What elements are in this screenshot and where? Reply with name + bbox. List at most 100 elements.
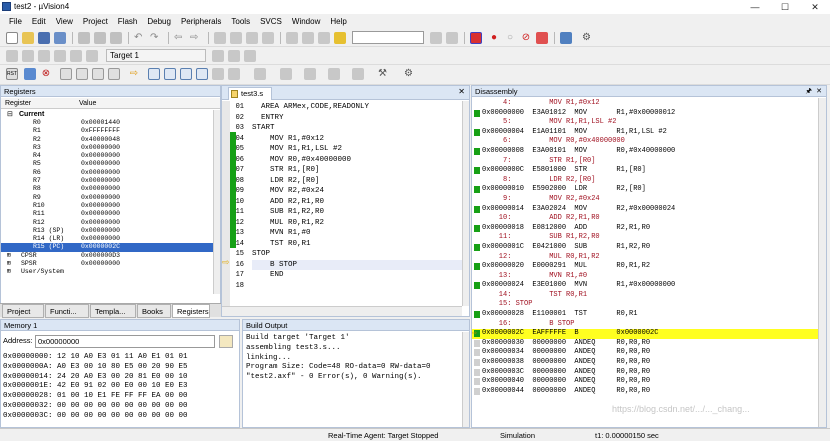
find-in-files-icon[interactable] [334, 32, 346, 44]
open-folder-icon[interactable] [22, 32, 34, 44]
tab-books[interactable]: Books [137, 304, 171, 318]
kill-all-icon[interactable] [536, 32, 548, 44]
editor-close-icon[interactable]: ✕ [458, 87, 465, 96]
window-layout-icon[interactable] [560, 32, 572, 44]
registers-window-icon[interactable] [196, 68, 208, 80]
disassembly-close-icon[interactable]: ✕ [816, 87, 822, 95]
disassembly-scrollbar[interactable] [818, 98, 826, 427]
comment-icon[interactable] [318, 32, 330, 44]
disassembly-window-icon[interactable] [164, 68, 176, 80]
register-row[interactable]: R6 0x00000000 [1, 169, 213, 177]
register-row[interactable]: R12 0x00000000 [1, 219, 213, 227]
register-row[interactable]: R1 0xFFFFFFFF [1, 127, 213, 135]
menu-item[interactable]: Help [325, 17, 351, 26]
toolbox-icon[interactable]: ⚒ [378, 68, 390, 80]
close-icon[interactable]: ✕ [800, 0, 830, 14]
menu-item[interactable]: View [51, 17, 78, 26]
disassembly-line[interactable]: 0x00000028 E1100001 TST R0,R1 [472, 310, 818, 320]
download-icon[interactable] [86, 50, 98, 62]
bookmark-next-icon[interactable] [246, 32, 258, 44]
register-row[interactable]: R15 (PC) 0x0000002C [1, 243, 213, 252]
tab-functi[interactable]: Functi... [45, 304, 89, 318]
register-row[interactable]: CPSR 0x000000D3 ⊞ [1, 252, 213, 260]
menu-item[interactable]: File [4, 17, 27, 26]
run-to-cursor-icon[interactable] [108, 68, 120, 80]
step-over-icon[interactable] [76, 68, 88, 80]
menu-item[interactable]: Project [78, 17, 113, 26]
disassembly-line[interactable]: 0x00000018 E0812000 ADD R2,R1,R0 [472, 224, 818, 234]
bookmark-prev-icon[interactable] [230, 32, 242, 44]
disassembly-line[interactable]: 0x00000044 00000000 ANDEQ R0,R0,R0 [472, 387, 818, 397]
disassembly-line[interactable]: 6: MOV R0,#0x40000000 [472, 137, 818, 147]
disassembly-line[interactable]: 8: LDR R2,[R0] [472, 176, 818, 186]
step-into-icon[interactable] [60, 68, 72, 80]
disassembly-line[interactable]: 10: ADD R2,R1,R0 [472, 214, 818, 224]
stop-debug-icon[interactable]: ⊗ [40, 68, 52, 80]
system-viewer-icon[interactable] [352, 68, 364, 80]
disassembly-line[interactable]: 0x0000000C E5801000 STR R1,[R0] [472, 166, 818, 176]
disassembly-line[interactable]: 0x00000000 E3A01012 MOV R1,#0x00000012 [472, 109, 818, 119]
disassembly-line[interactable]: 4: MOV R1,#0x12 [472, 99, 818, 109]
menu-item[interactable]: Peripherals [176, 17, 226, 26]
register-row[interactable]: R5 0x00000000 [1, 160, 213, 168]
disassembly-line[interactable]: 0x00000030 00000000 ANDEQ R0,R0,R0 [472, 339, 818, 349]
settings-icon[interactable]: ⚙ [582, 32, 594, 44]
incremental-find-icon[interactable] [446, 32, 458, 44]
tab-project[interactable]: Project [2, 304, 44, 318]
register-row[interactable]: R8 0x00000000 [1, 185, 213, 193]
disassembly-line[interactable]: 9: MOV R2,#0x24 [472, 195, 818, 205]
register-row[interactable]: R10 0x00000000 [1, 202, 213, 210]
debug-settings-icon[interactable]: ⚙ [404, 68, 416, 80]
build-scrollbar[interactable] [462, 332, 469, 427]
memory-window-icon[interactable] [254, 68, 266, 80]
indent-icon[interactable] [286, 32, 298, 44]
trace-window-icon[interactable] [328, 68, 340, 80]
expand-icon[interactable]: ⊟ [7, 110, 13, 119]
minimize-icon[interactable]: — [740, 0, 770, 14]
disassembly-line[interactable]: 15: STOP [472, 300, 818, 310]
menu-item[interactable]: SVCS [255, 17, 287, 26]
analysis-window-icon[interactable] [304, 68, 316, 80]
menu-item[interactable]: Edit [27, 17, 51, 26]
redo-icon[interactable]: ↷ [150, 32, 162, 44]
serial-window-icon[interactable] [280, 68, 292, 80]
register-row[interactable]: R13 (SP) 0x00000000 [1, 227, 213, 235]
disassembly-line[interactable]: 0x00000034 00000000 ANDEQ R0,R0,R0 [472, 348, 818, 358]
disassembly-line[interactable]: 0x0000003C 00000000 ANDEQ R0,R0,R0 [472, 368, 818, 378]
target-select[interactable]: Target 1 [106, 49, 206, 62]
register-row[interactable]: R11 0x00000000 [1, 210, 213, 218]
lock-icon[interactable] [219, 335, 233, 348]
paste-icon[interactable] [110, 32, 122, 44]
stop-build-icon[interactable] [70, 50, 82, 62]
batch-build-icon[interactable] [54, 50, 66, 62]
disassembly-line[interactable]: 0x0000002C EAFFFFFE B 0x0000002C ⇨ [472, 329, 818, 339]
disassembly-line[interactable]: 12: MUL R0,R1,R2 [472, 253, 818, 263]
manage-components-icon[interactable] [244, 50, 256, 62]
bookmark-clear-icon[interactable] [262, 32, 274, 44]
build-icon[interactable] [22, 50, 34, 62]
call-stack-icon[interactable] [212, 68, 224, 80]
disassembly-line[interactable]: 5: MOV R1,R1,LSL #2 [472, 118, 818, 128]
register-row[interactable]: R14 (LR) 0x00000000 [1, 235, 213, 243]
register-row[interactable]: R9 0x00000000 [1, 194, 213, 202]
nav-back-icon[interactable]: ⇦ [174, 32, 186, 44]
value-col-header[interactable]: Value [79, 98, 96, 109]
file-extensions-icon[interactable] [228, 50, 240, 62]
kill-breakpoints-icon[interactable]: ⊘ [520, 32, 532, 44]
expand-icon[interactable]: ⊞ [7, 252, 11, 260]
new-file-icon[interactable] [6, 32, 18, 44]
reset-icon[interactable]: RST [6, 68, 18, 80]
disable-breakpoint-icon[interactable]: ○ [504, 32, 516, 44]
register-col-header[interactable]: Register [5, 98, 31, 109]
breakpoint-icon[interactable]: ● [488, 32, 500, 44]
disassembly-line[interactable]: 13: MVN R1,#0 [472, 272, 818, 282]
tab-registers[interactable]: Registers [172, 304, 210, 318]
menu-item[interactable]: Tools [226, 17, 255, 26]
debug-session-icon[interactable] [470, 32, 482, 44]
symbols-window-icon[interactable] [180, 68, 192, 80]
command-window-icon[interactable] [148, 68, 160, 80]
expand-icon[interactable]: ⊞ [7, 268, 11, 276]
disassembly-line[interactable]: 0x0000001C E0421000 SUB R1,R2,R0 [472, 243, 818, 253]
tab-templa[interactable]: Templa... [90, 304, 136, 318]
disassembly-lines[interactable]: 4: MOV R1,#0x12 0x00000000 E3A01012 MOV R… [472, 99, 818, 396]
